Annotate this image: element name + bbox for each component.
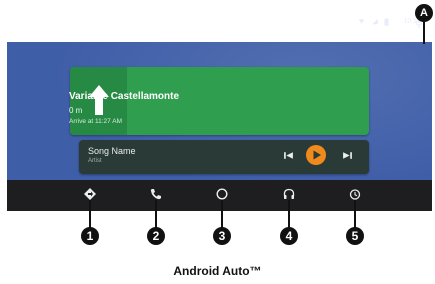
callout-line-a: [423, 20, 425, 44]
callout-4: 4: [280, 227, 298, 245]
status-bar: 10:59: [358, 18, 421, 26]
headphones-icon[interactable]: [283, 188, 295, 200]
callout-line-3: [221, 200, 223, 230]
caption: Android Auto™: [173, 264, 262, 278]
signal-icon: [371, 18, 379, 25]
callout-a: A: [415, 4, 433, 22]
artist-name: Artist: [88, 158, 102, 164]
callout-5: 5: [346, 227, 364, 245]
phone-icon[interactable]: [150, 188, 162, 200]
nav-street-name: Variante Castellamonte: [69, 91, 180, 102]
callout-3: 3: [213, 227, 231, 245]
nav-arrival-time: Arrive at 11:27 AM: [69, 118, 122, 125]
battery-icon: [384, 18, 391, 26]
nav-distance: 0 m: [69, 106, 83, 115]
callout-line-2: [155, 200, 157, 230]
navigation-icon[interactable]: [84, 188, 96, 200]
previous-track-icon[interactable]: [283, 150, 294, 161]
callout-1: 1: [81, 227, 99, 245]
callout-line-4: [288, 200, 290, 230]
callout-line-5: [354, 200, 356, 230]
recents-icon[interactable]: [349, 188, 361, 200]
wifi-icon: [358, 18, 365, 25]
next-track-icon[interactable]: [342, 150, 353, 161]
play-button-icon[interactable]: [306, 145, 326, 165]
song-title: Song Name: [88, 146, 136, 156]
callout-line-1: [89, 200, 91, 230]
callout-2: 2: [147, 227, 165, 245]
home-icon[interactable]: [216, 188, 228, 200]
